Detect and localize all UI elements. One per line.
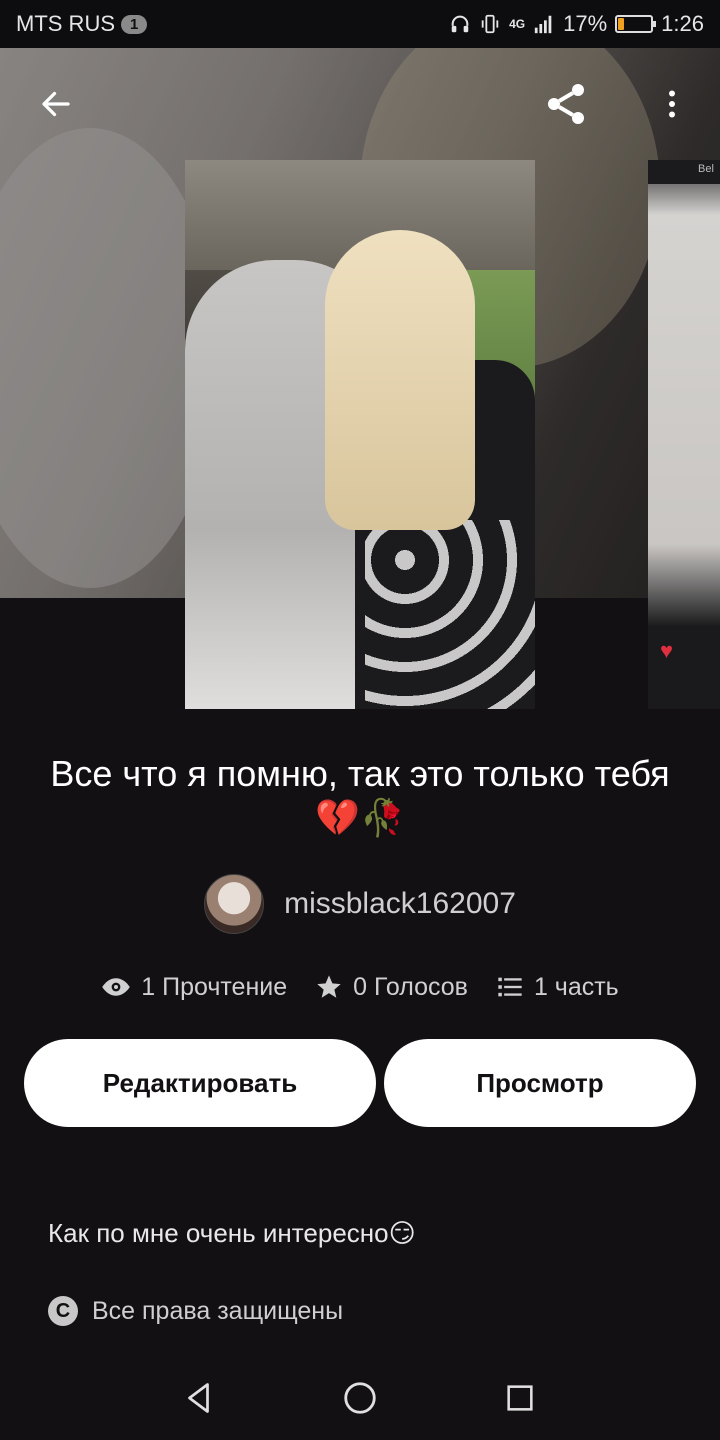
author-avatar[interactable] xyxy=(204,874,265,934)
view-button[interactable]: Просмотр xyxy=(384,1039,696,1127)
next-story-cover[interactable]: Bel ♥ xyxy=(648,160,720,709)
nav-recents-button[interactable] xyxy=(495,1373,545,1423)
network-type: 4G xyxy=(509,17,526,31)
story-description: Как по мне очень интересно😏 xyxy=(48,1218,416,1248)
status-icons: 4G 17% 1:26 xyxy=(449,11,704,37)
reads-stat: 1 Прочтение xyxy=(101,972,287,1002)
parts-stat: 1 часть xyxy=(496,973,619,1002)
cover-art-pattern xyxy=(365,520,535,709)
heart-icon: ♥ xyxy=(660,638,674,663)
headphones-icon xyxy=(451,15,469,33)
star-icon xyxy=(317,975,341,998)
back-button[interactable] xyxy=(28,76,84,132)
votes-count: 0 Голосов xyxy=(353,972,468,1001)
system-nav-bar xyxy=(0,1356,720,1440)
edit-button[interactable]: Редактировать xyxy=(24,1039,376,1127)
triangle-back-icon xyxy=(188,1383,209,1413)
circle-home-icon xyxy=(344,1382,376,1414)
author-row[interactable]: missblack162007 xyxy=(0,874,720,934)
nav-back-button[interactable] xyxy=(175,1373,225,1423)
vibrate-icon xyxy=(481,14,499,34)
reads-count: 1 Прочтение xyxy=(141,972,288,1001)
carrier-group: MTS RUS 1 xyxy=(16,11,148,37)
rights-row: C Все права защищены xyxy=(48,1296,343,1326)
battery-percent: 17% xyxy=(563,11,608,36)
sim-badge: 1 xyxy=(121,14,148,34)
battery-icon xyxy=(615,15,657,33)
arrow-left-icon xyxy=(42,91,70,117)
square-recents-icon xyxy=(507,1385,533,1411)
next-cover-text: Bel xyxy=(698,163,714,175)
carrier-name: MTS RUS xyxy=(16,11,115,36)
list-icon xyxy=(498,977,522,997)
cover-art-hair xyxy=(325,230,475,530)
eye-icon xyxy=(102,978,131,996)
nav-home-button[interactable] xyxy=(335,1373,385,1423)
story-cover[interactable] xyxy=(185,160,535,709)
more-vertical-icon xyxy=(669,90,675,118)
copyright-icon: C xyxy=(48,1296,78,1326)
status-bar: MTS RUS 1 4G 17% 1:26 xyxy=(0,0,720,48)
battery-fill xyxy=(618,18,624,30)
clock: 1:26 xyxy=(661,11,704,36)
share-icon xyxy=(548,84,584,124)
signal-icon xyxy=(534,15,552,34)
share-button[interactable] xyxy=(538,76,594,132)
votes-stat: 0 Голосов xyxy=(315,973,468,1002)
story-title: Все что я помню, так это только тебя💔🥀 xyxy=(50,753,670,838)
story-stats: 1 Прочтение 0 Голосов 1 часть xyxy=(0,972,720,1002)
more-options-button[interactable] xyxy=(644,76,700,132)
rights-text: Все права защищены xyxy=(92,1296,344,1325)
author-name[interactable]: missblack162007 xyxy=(284,887,516,921)
parts-count: 1 часть xyxy=(533,972,619,1001)
